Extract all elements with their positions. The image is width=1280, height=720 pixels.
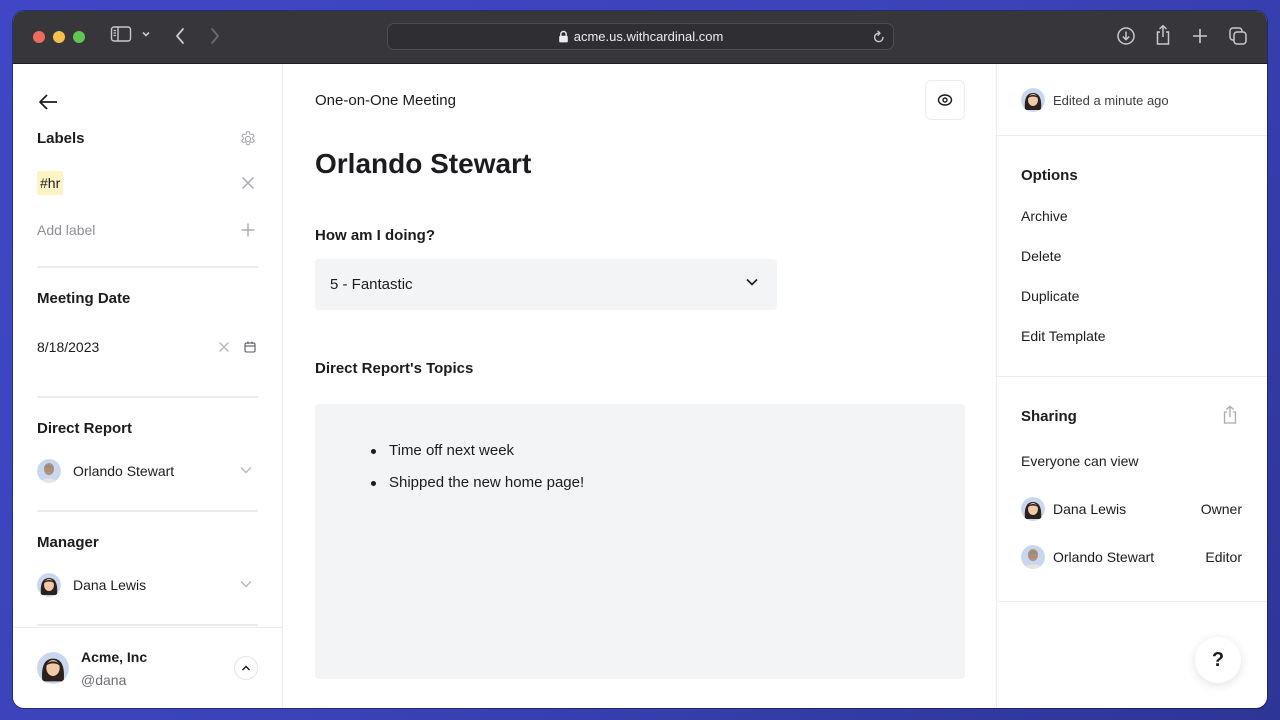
topic-item[interactable]: Time off next week	[371, 440, 584, 472]
editor-avatar	[1021, 88, 1045, 112]
rating-select[interactable]: 5 - Fantastic	[315, 259, 777, 310]
right-sidebar: Edited a minute ago Options Archive Dele…	[997, 64, 1267, 708]
edited-text: Edited a minute ago	[1053, 92, 1169, 108]
chevron-up-icon	[241, 664, 251, 672]
user-avatar	[37, 652, 69, 684]
forward-icon[interactable]	[208, 26, 222, 46]
new-tab-icon[interactable]	[1191, 27, 1209, 45]
eye-icon	[937, 93, 953, 107]
avatar-dana-lewis	[37, 573, 61, 597]
delete-option[interactable]: Delete	[1021, 248, 1061, 264]
preview-button[interactable]	[925, 80, 965, 120]
avatar-orlando-stewart	[1021, 545, 1045, 569]
left-sidebar: Labels #hr Add label Meeting Date 8/18/2…	[13, 64, 283, 708]
member-role[interactable]: Editor	[1205, 549, 1242, 565]
topics-editor[interactable]: Time off next week Shipped the new home …	[315, 404, 965, 679]
chevron-down-icon[interactable]	[141, 29, 151, 39]
clear-date-icon[interactable]	[218, 341, 230, 353]
member-name: Orlando Stewart	[1053, 549, 1155, 565]
org-name: Acme, Inc	[81, 649, 148, 665]
plus-icon[interactable]	[241, 223, 255, 237]
avatar-dana-lewis	[1021, 497, 1045, 521]
manager-select[interactable]: Dana Lewis	[37, 573, 146, 597]
archive-option[interactable]: Archive	[1021, 208, 1068, 224]
question-label: How am I doing?	[315, 227, 435, 244]
chevron-down-icon[interactable]	[239, 465, 253, 475]
divider	[37, 266, 258, 268]
share-member-row: Dana Lewis Owner	[1021, 497, 1242, 521]
reload-icon[interactable]	[871, 29, 887, 45]
topic-item[interactable]: Shipped the new home page!	[371, 472, 584, 504]
close-window-button[interactable]	[33, 31, 45, 43]
meeting-date-input[interactable]: 8/18/2023	[37, 339, 99, 355]
edit-template-option[interactable]: Edit Template	[1021, 328, 1106, 344]
lock-icon	[558, 30, 569, 43]
add-label-button[interactable]: Add label	[37, 222, 95, 238]
share-member-row: Orlando Stewart Editor	[1021, 545, 1242, 569]
download-icon[interactable]	[1116, 26, 1136, 46]
avatar-orlando-stewart	[37, 459, 61, 483]
share-icon[interactable]	[1221, 405, 1239, 425]
browser-window: acme.us.withcardinal.com Labels #hr Add …	[13, 11, 1267, 708]
rating-selected-value: 5 - Fantastic	[330, 276, 413, 293]
help-button[interactable]: ?	[1195, 637, 1241, 683]
divider	[37, 396, 258, 398]
chevron-down-icon[interactable]	[239, 579, 253, 589]
label-tag-hr[interactable]: #hr	[37, 171, 64, 195]
manager-title: Manager	[37, 534, 99, 551]
topics-list: Time off next week Shipped the new home …	[371, 440, 584, 504]
visibility-setting[interactable]: Everyone can view	[1021, 453, 1139, 469]
direct-report-name: Orlando Stewart	[73, 463, 175, 479]
sidebar-icon[interactable]	[110, 25, 132, 43]
meeting-date-title: Meeting Date	[37, 290, 131, 307]
member-name: Dana Lewis	[1053, 501, 1127, 517]
manager-name: Dana Lewis	[73, 577, 147, 593]
divider	[37, 624, 258, 626]
minimize-window-button[interactable]	[53, 31, 65, 43]
browser-titlebar: acme.us.withcardinal.com	[13, 11, 1267, 64]
edited-status: Edited a minute ago	[1021, 88, 1169, 112]
member-role[interactable]: Owner	[1201, 501, 1242, 517]
back-arrow-icon[interactable]	[37, 92, 59, 112]
page-title: Orlando Stewart	[315, 148, 532, 179]
page-content: Labels #hr Add label Meeting Date 8/18/2…	[13, 64, 1267, 708]
remove-label-icon[interactable]	[241, 176, 255, 190]
breadcrumb[interactable]: One-on-One Meeting	[315, 92, 456, 109]
expand-account-button[interactable]	[234, 656, 258, 680]
window-controls	[33, 31, 85, 43]
chevron-down-icon	[745, 277, 759, 287]
topics-label: Direct Report's Topics	[315, 360, 474, 377]
url-text: acme.us.withcardinal.com	[573, 29, 724, 44]
maximize-window-button[interactable]	[73, 31, 85, 43]
main-content: One-on-One Meeting Orlando Stewart How a…	[283, 64, 997, 708]
options-title: Options	[1021, 167, 1078, 184]
divider	[997, 135, 1267, 136]
user-handle: @dana	[81, 672, 127, 688]
tabs-overview-icon[interactable]	[1228, 26, 1248, 46]
address-bar[interactable]: acme.us.withcardinal.com	[387, 23, 894, 50]
divider	[997, 601, 1267, 602]
calendar-icon[interactable]	[244, 341, 256, 353]
divider	[997, 376, 1267, 377]
share-icon[interactable]	[1154, 24, 1172, 46]
sharing-title: Sharing	[1021, 408, 1077, 425]
labels-title: Labels	[37, 130, 85, 147]
direct-report-select[interactable]: Orlando Stewart	[37, 459, 174, 483]
gear-icon[interactable]	[239, 130, 257, 148]
back-icon[interactable]	[173, 26, 187, 46]
divider	[37, 510, 258, 512]
user-account-footer[interactable]: Acme, Inc @dana	[13, 627, 282, 708]
direct-report-title: Direct Report	[37, 420, 133, 437]
duplicate-option[interactable]: Duplicate	[1021, 288, 1079, 304]
